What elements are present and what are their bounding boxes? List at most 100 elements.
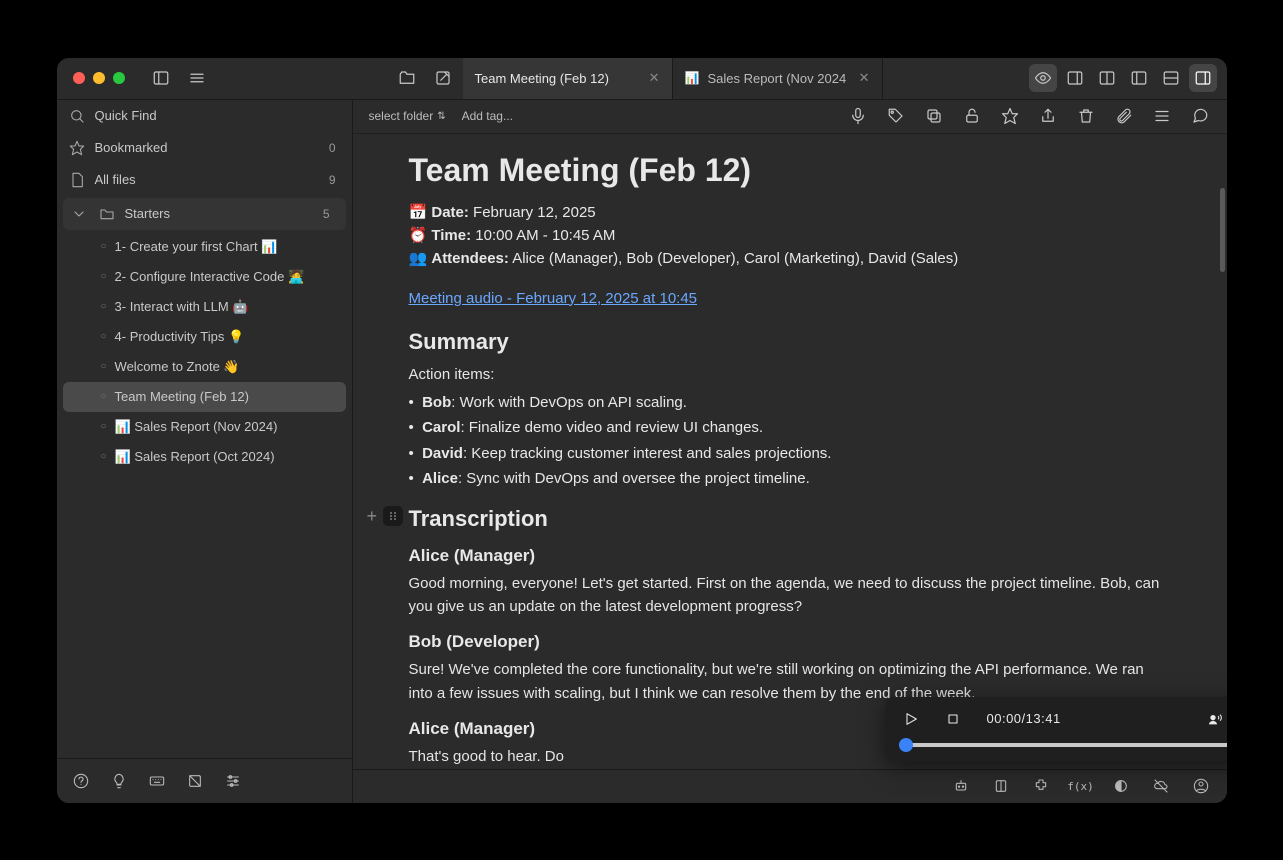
favorite-button[interactable] [999, 105, 1021, 127]
select-folder-label: select folder [369, 109, 434, 123]
file-label: 4- Productivity Tips 💡 [115, 329, 245, 345]
copy-button[interactable] [923, 105, 945, 127]
transcript-speaker: Bob (Developer) [409, 632, 1171, 652]
all-files-label: All files [95, 172, 136, 187]
panel-split-2-button[interactable] [1093, 64, 1121, 92]
account-icon[interactable] [1189, 774, 1213, 798]
drag-handle-icon[interactable] [383, 506, 403, 526]
stop-button[interactable] [941, 707, 965, 731]
main-pane: select folder ⇅ Add tag... [353, 100, 1227, 803]
file-label: 📊 Sales Report (Oct 2024) [115, 449, 275, 465]
sidebar-file-item[interactable]: ○Team Meeting (Feb 12) [63, 382, 346, 412]
panel-split-3-button[interactable] [1125, 64, 1153, 92]
cloud-off-icon[interactable] [1149, 774, 1173, 798]
delete-button[interactable] [1075, 105, 1097, 127]
play-button[interactable] [899, 707, 923, 731]
sidebar-file-item[interactable]: ○Welcome to Znote 👋 [63, 352, 346, 382]
lightbulb-button[interactable] [107, 769, 131, 793]
tab-team-meeting[interactable]: Team Meeting (Feb 12) ✕ [463, 58, 673, 99]
seek-track[interactable] [899, 743, 1227, 747]
sidebar-file-item[interactable]: ○ 📊 Sales Report (Oct 2024) [63, 442, 346, 472]
sidebar-file-item[interactable]: ○ 📊 Sales Report (Nov 2024) [63, 412, 346, 442]
quick-find-label: Quick Find [95, 108, 157, 123]
settings-sliders-button[interactable] [221, 769, 245, 793]
lock-button[interactable] [961, 105, 983, 127]
quick-find-row[interactable]: Quick Find [57, 100, 352, 132]
brightness-button[interactable] [183, 769, 207, 793]
panel-horizontal-button[interactable] [1157, 64, 1185, 92]
extensions-icon[interactable] [1029, 774, 1053, 798]
robot-icon[interactable] [949, 774, 973, 798]
folder-count: 5 [323, 207, 334, 221]
preview-toggle-button[interactable] [1029, 64, 1057, 92]
bullet-icon: ○ [101, 451, 107, 462]
window-minimize-button[interactable] [93, 72, 105, 84]
note-content[interactable]: Team Meeting (Feb 12) 📅 Date: February 1… [353, 134, 1227, 769]
search-icon [69, 108, 85, 124]
outline-button[interactable] [1151, 105, 1173, 127]
seek-thumb[interactable] [899, 738, 913, 752]
microphone-button[interactable] [847, 105, 869, 127]
folder-icon [99, 206, 115, 222]
attachment-button[interactable] [1113, 105, 1135, 127]
action-items-intro: Action items: [409, 363, 1171, 386]
bullet-icon: ○ [101, 421, 107, 432]
note-title: Team Meeting (Feb 12) [409, 152, 1171, 189]
date-line: 📅 Date: February 12, 2025 [409, 203, 1171, 221]
window-close-button[interactable] [73, 72, 85, 84]
action-item: • Alice: Sync with DevOps and oversee th… [409, 466, 1171, 492]
file-label: 📊 Sales Report (Nov 2024) [115, 419, 278, 435]
window-maximize-button[interactable] [113, 72, 125, 84]
file-label: Welcome to Znote 👋 [115, 359, 240, 375]
comment-button[interactable] [1189, 105, 1211, 127]
bullet-icon: ○ [101, 331, 107, 342]
panel-right-button[interactable] [1189, 64, 1217, 92]
tab-sales-report[interactable]: 📊 Sales Report (Nov 2024 ✕ [673, 58, 883, 99]
open-folder-button[interactable] [393, 64, 421, 92]
new-note-button[interactable] [429, 64, 457, 92]
tag-edit-button[interactable] [885, 105, 907, 127]
summary-heading: Summary [409, 329, 1171, 355]
file-label: 1- Create your first Chart 📊 [115, 239, 278, 255]
function-icon[interactable]: f(x) [1069, 774, 1093, 798]
bookmarked-row[interactable]: Bookmarked 0 [57, 132, 352, 164]
sidebar-file-item[interactable]: ○ 4- Productivity Tips 💡 [63, 322, 346, 352]
sidebar-bottom-toolbar [57, 758, 352, 803]
chevron-down-icon [71, 206, 87, 222]
audio-link[interactable]: Meeting audio - February 12, 2025 at 10:… [409, 290, 698, 307]
share-button[interactable] [1037, 105, 1059, 127]
select-folder-crumb[interactable]: select folder ⇅ [369, 109, 446, 123]
panel-icon[interactable] [989, 774, 1013, 798]
file-label: Team Meeting (Feb 12) [115, 389, 249, 404]
keyboard-button[interactable] [145, 769, 169, 793]
sidebar-file-item[interactable]: ○ 3- Interact with LLM 🤖 [63, 292, 346, 322]
titlebar: Team Meeting (Feb 12) ✕ 📊 Sales Report (… [57, 58, 1227, 100]
tab-label: Team Meeting (Feb 12) [475, 71, 609, 86]
bookmarked-count: 0 [329, 141, 340, 155]
action-item: • Bob: Work with DevOps on API scaling. [409, 390, 1171, 416]
folder-starters[interactable]: Starters 5 [63, 198, 346, 230]
sidebar: Quick Find Bookmarked 0 All files 9 [57, 100, 353, 803]
statusbar: f(x) [353, 769, 1227, 803]
sidebar-file-item[interactable]: ○2- Configure Interactive Code 🧑‍💻 [63, 262, 346, 292]
toggle-sidebar-button[interactable] [147, 64, 175, 92]
add-tag-label: Add tag... [462, 109, 513, 123]
file-label: 3- Interact with LLM 🤖 [115, 299, 249, 315]
add-block-button[interactable]: + [367, 506, 378, 527]
tab-close-icon[interactable]: ✕ [649, 70, 660, 86]
tab-close-icon[interactable]: ✕ [859, 70, 870, 86]
theme-icon[interactable] [1109, 774, 1133, 798]
bullet-icon: ○ [101, 301, 107, 312]
time-line: ⏰ Time: 10:00 AM - 10:45 AM [409, 226, 1171, 244]
action-item: • David: Keep tracking customer interest… [409, 441, 1171, 467]
voice-activity-icon[interactable] [1203, 707, 1227, 731]
help-button[interactable] [69, 769, 93, 793]
list-view-button[interactable] [183, 64, 211, 92]
action-item: • Carol: Finalize demo video and review … [409, 415, 1171, 441]
sidebar-file-item[interactable]: ○1- Create your first Chart 📊 [63, 232, 346, 262]
panel-split-1-button[interactable] [1061, 64, 1089, 92]
add-tag-crumb[interactable]: Add tag... [462, 109, 513, 123]
all-files-row[interactable]: All files 9 [57, 164, 352, 196]
tab-bar: Team Meeting (Feb 12) ✕ 📊 Sales Report (… [463, 58, 883, 99]
scrollbar-thumb[interactable] [1220, 188, 1225, 272]
